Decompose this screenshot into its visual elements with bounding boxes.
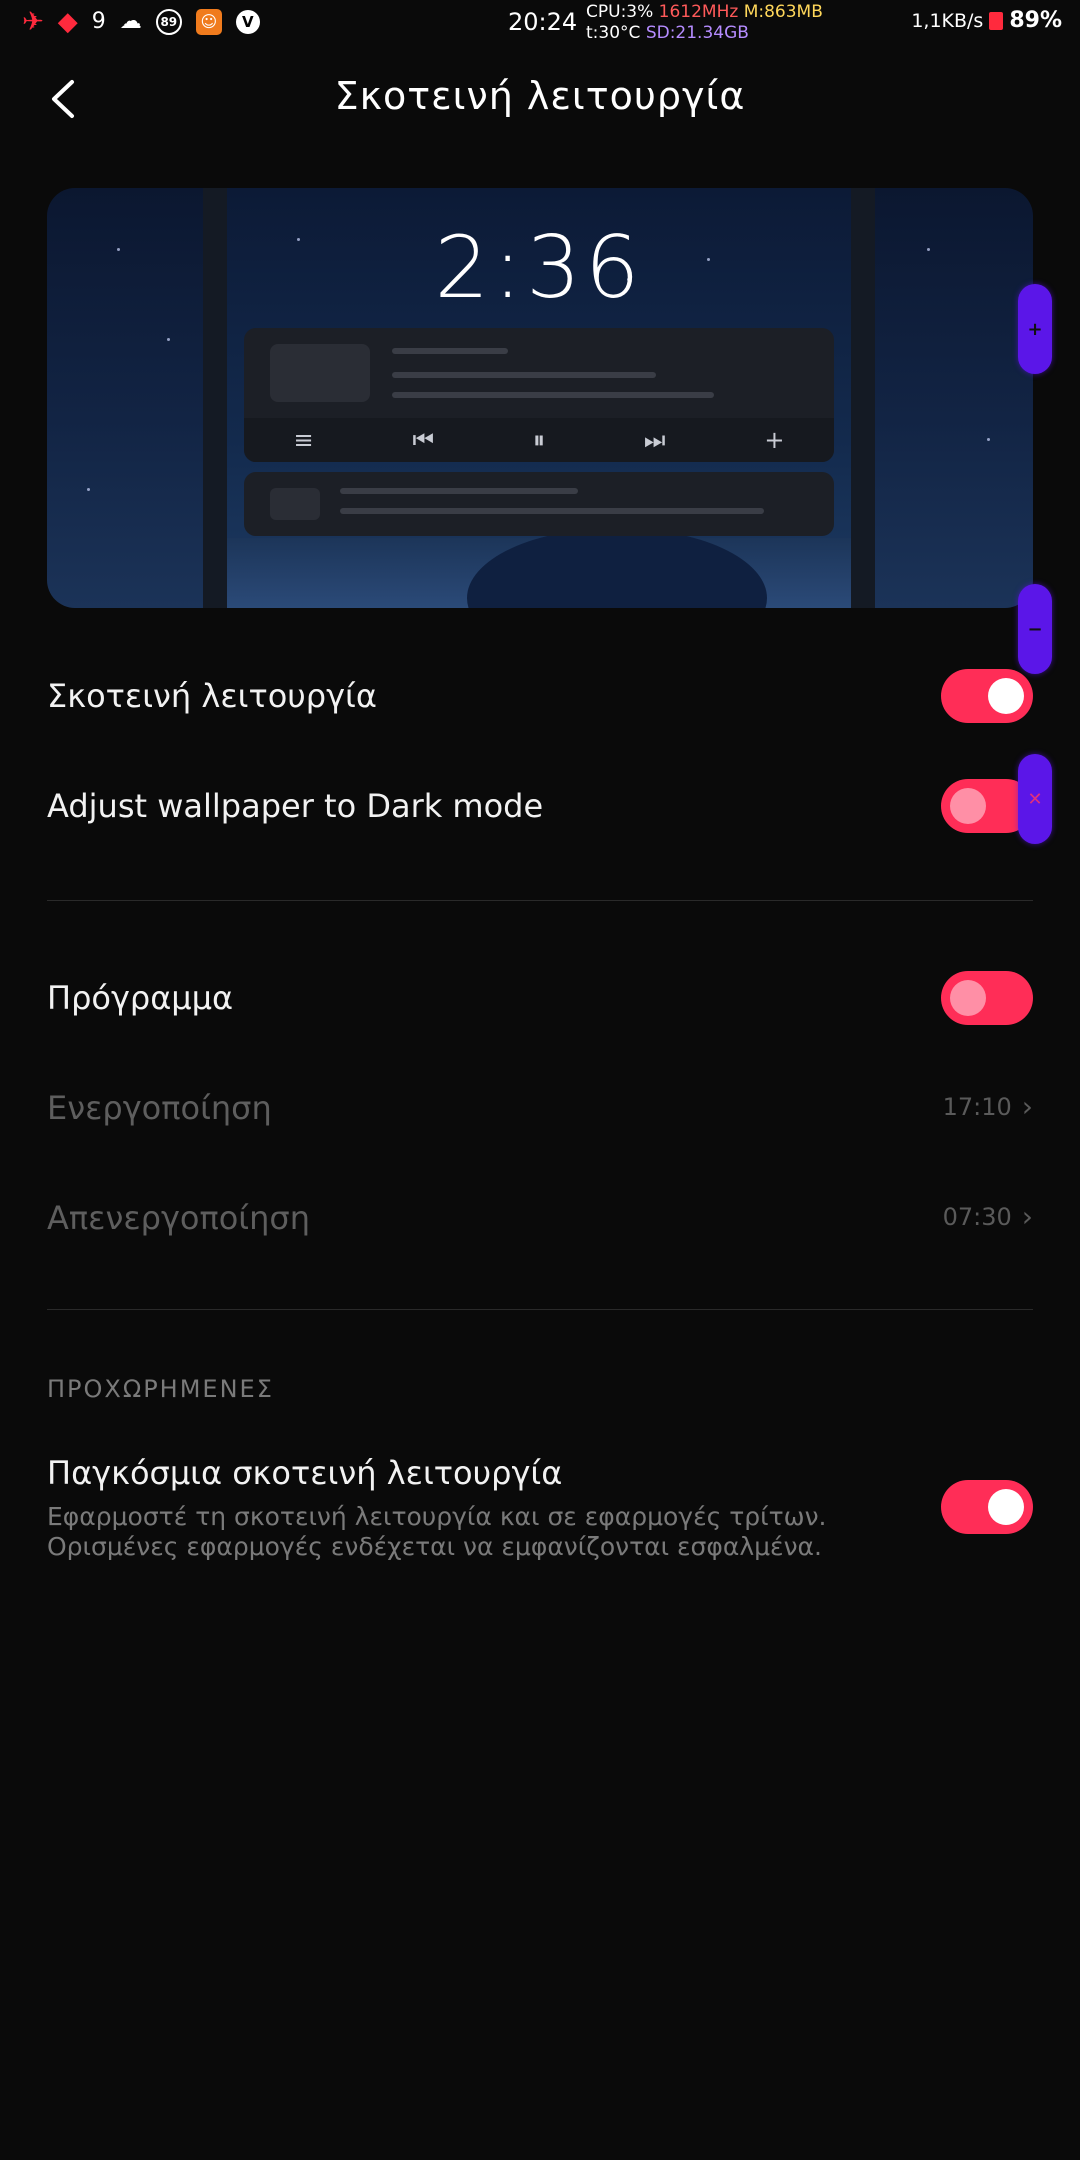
plus-icon: + bbox=[764, 426, 785, 454]
wallpaper-row[interactable]: Adjust wallpaper to Dark mode bbox=[47, 778, 1033, 834]
menu-icon: ≡ bbox=[293, 426, 314, 454]
airplane-icon: ✈ bbox=[22, 7, 44, 37]
page-title: Σκοτεινή λειτουργία bbox=[334, 74, 746, 118]
cpu-usage: CPU:3% bbox=[586, 2, 654, 22]
status-icons-right: 1,1KB/s 89% bbox=[911, 8, 1062, 33]
preview-text-line bbox=[340, 488, 578, 494]
previous-icon: ⏮ bbox=[412, 426, 435, 454]
battery-icon bbox=[989, 11, 1004, 30]
deactivate-value-group: 07:30 › bbox=[943, 1200, 1033, 1233]
schedule-toggle[interactable] bbox=[941, 971, 1033, 1025]
star bbox=[87, 488, 90, 491]
temperature: t:30°C bbox=[586, 23, 641, 43]
preview-clock: 2:36 bbox=[434, 218, 644, 318]
divider bbox=[47, 900, 1033, 901]
star bbox=[167, 338, 170, 341]
dark-mode-preview: 2:36 ≡ ⏮ ⏸ ⏭ + bbox=[47, 188, 1033, 608]
toggle-knob bbox=[988, 678, 1024, 714]
toggle-knob bbox=[988, 1489, 1024, 1525]
chevron-right-icon: › bbox=[1021, 1090, 1033, 1123]
activate-label: Ενεργοποίηση bbox=[47, 1089, 272, 1127]
preview-notification bbox=[244, 472, 834, 536]
star bbox=[117, 248, 120, 251]
status-bar: ✈ ◆ 9 ☁ 89 ☺ V 20:24 CPU:3% 1612MHz M:86… bbox=[0, 0, 1080, 46]
preview-notification-icon bbox=[270, 488, 320, 520]
preview-album-art bbox=[270, 344, 370, 402]
memory-usage: M:863MB bbox=[743, 2, 823, 22]
global-dark-mode-description: Εφαρμοστέ τη σκοτεινή λειτουργία και σε … bbox=[47, 1502, 827, 1561]
deactivate-time: 07:30 bbox=[942, 1202, 1012, 1231]
section-header-advanced: ΠΡΟΧΩΡΗΜΕΝΕΣ bbox=[47, 1375, 274, 1403]
preview-phone-edge-right bbox=[851, 188, 875, 608]
toggle-knob bbox=[950, 788, 986, 824]
preview-text-line bbox=[392, 348, 508, 354]
v-icon: V bbox=[235, 10, 260, 34]
floating-minus-icon[interactable]: − bbox=[1018, 584, 1052, 674]
toggle-knob bbox=[950, 980, 986, 1016]
preview-text-line bbox=[340, 508, 764, 514]
next-icon: ⏭ bbox=[643, 426, 666, 454]
activate-time: 17:10 bbox=[942, 1092, 1012, 1121]
deactivate-row[interactable]: Απενεργοποίηση 07:30 › bbox=[47, 1190, 1033, 1246]
app-icon: ☺ bbox=[195, 9, 222, 35]
cpu-frequency: 1612MHz bbox=[658, 2, 739, 22]
chevron-right-icon: › bbox=[1021, 1200, 1033, 1233]
system-stats: CPU:3% 1612MHz M:863MB t:30°C SD:21.34GB bbox=[586, 2, 823, 44]
dark-mode-toggle[interactable] bbox=[941, 669, 1033, 723]
sd-storage: SD:21.34GB bbox=[645, 23, 749, 43]
wifi-icon: ◆ bbox=[57, 7, 78, 37]
wallpaper-label: Adjust wallpaper to Dark mode bbox=[47, 787, 544, 825]
activate-row[interactable]: Ενεργοποίηση 17:10 › bbox=[47, 1080, 1033, 1136]
preview-media-controls: ≡ ⏮ ⏸ ⏭ + bbox=[244, 418, 834, 462]
global-dark-mode-label: Παγκόσμια σκοτεινή λειτουργία bbox=[47, 1454, 563, 1492]
preview-media-notification: ≡ ⏮ ⏸ ⏭ + bbox=[244, 328, 834, 462]
schedule-row[interactable]: Πρόγραμμα bbox=[47, 970, 1033, 1026]
floating-plus-icon[interactable]: + bbox=[1018, 284, 1052, 374]
battery-level: 89% bbox=[1009, 8, 1062, 33]
star bbox=[987, 438, 990, 441]
global-dark-mode-toggle[interactable] bbox=[941, 1480, 1033, 1534]
status-icons-left: ✈ ◆ 9 ☁ 89 ☺ V bbox=[22, 8, 260, 36]
activate-value-group: 17:10 › bbox=[943, 1090, 1033, 1123]
star bbox=[927, 248, 930, 251]
floating-close-icon[interactable]: ✕ bbox=[1018, 754, 1052, 844]
divider bbox=[47, 1309, 1033, 1310]
schedule-label: Πρόγραμμα bbox=[47, 979, 234, 1017]
net-speed: 1,1KB/s bbox=[911, 9, 984, 32]
preview-text-line bbox=[392, 392, 714, 398]
dark-mode-label: Σκοτεινή λειτουργία bbox=[47, 677, 377, 715]
preview-phone-edge-left bbox=[203, 188, 227, 608]
status-time: 20:24 bbox=[508, 8, 578, 36]
signal-number: 9 bbox=[91, 9, 106, 34]
deactivate-label: Απενεργοποίηση bbox=[47, 1199, 310, 1237]
badge-icon: 89 bbox=[155, 9, 182, 35]
cloud-icon: ☁ bbox=[119, 9, 142, 34]
pause-icon: ⏸ bbox=[532, 426, 545, 454]
dark-mode-row[interactable]: Σκοτεινή λειτουργία bbox=[47, 668, 1033, 724]
preview-text-line bbox=[392, 372, 656, 378]
